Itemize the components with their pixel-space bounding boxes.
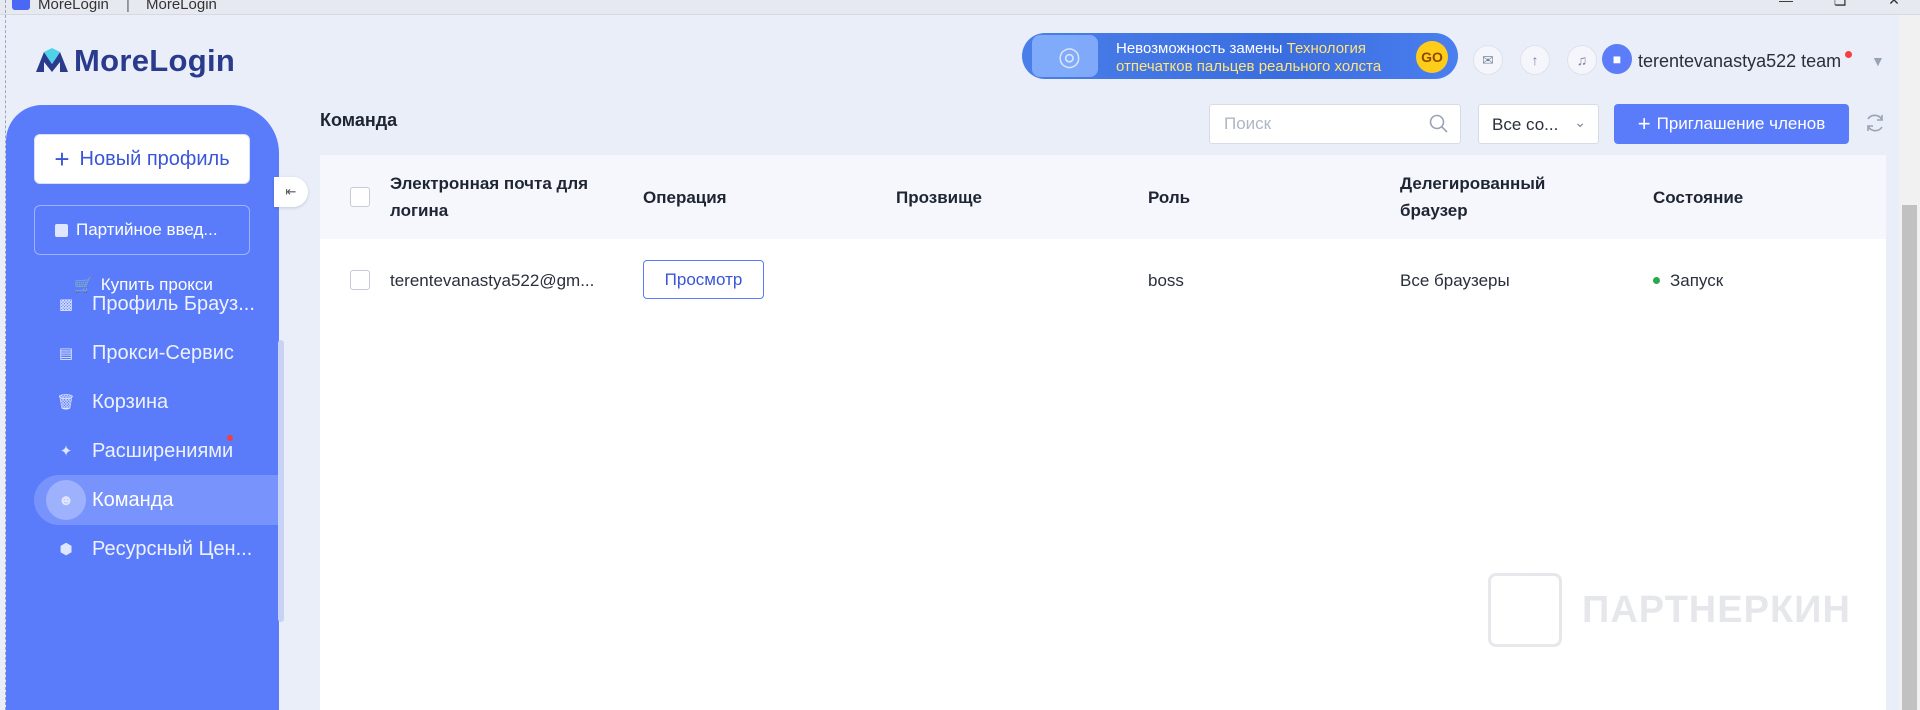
sidebar-item-label: Прокси-Сервис	[92, 341, 234, 364]
search-field[interactable]	[1209, 104, 1461, 144]
invite-members-button[interactable]: + Приглашение членов	[1614, 104, 1849, 144]
close-icon[interactable]: ✕	[1884, 0, 1904, 10]
collapse-sidebar-icon[interactable]: ⇤	[274, 177, 308, 207]
window-title-bar: MoreLogin | MoreLogin — ❏ ✕	[0, 0, 1920, 15]
sidebar: + Новый профиль Партийное введ... 🛒 Купи…	[6, 105, 284, 710]
upload-icon[interactable]: ↑	[1520, 45, 1550, 75]
window-subtitle: MoreLogin	[146, 0, 217, 13]
banner-go-button[interactable]: GO	[1416, 41, 1448, 73]
puzzle-icon: ✦	[59, 443, 73, 460]
chevron-down-icon: ⌄	[1574, 114, 1586, 130]
sidebar-item-label: Корзина	[92, 390, 169, 413]
column-header-status[interactable]: Состояние	[1653, 184, 1743, 211]
status-filter-value: Все со...	[1492, 115, 1559, 134]
sidebar-item-browser-profile[interactable]: ▩ Профиль Брауз...	[34, 279, 280, 329]
refresh-icon[interactable]	[1864, 112, 1886, 134]
watermark-text: ПАРТНЕРКИН	[1582, 588, 1851, 631]
row-role: boss	[1148, 271, 1184, 290]
sidebar-item-extensions[interactable]: ✦ Расширениями	[34, 426, 280, 476]
window-scrollbar[interactable]	[1899, 15, 1920, 710]
notification-dot	[1845, 51, 1852, 58]
sidebar-item-team[interactable]: ☻ Команда	[34, 475, 280, 525]
fingerprint-icon: ◎	[1032, 35, 1098, 77]
sidebar-item-label: Расширениями	[92, 439, 234, 462]
batch-import-label: Партийное введ...	[76, 220, 218, 239]
table-header: Электронная почта для логина Операция Пр…	[320, 155, 1886, 239]
sidebar-item-resource-center[interactable]: ⬢ Ресурсный Цен...	[34, 524, 280, 574]
mail-icon[interactable]: ✉	[1473, 45, 1503, 75]
sidebar-item-label: Профиль Брауз...	[92, 292, 255, 315]
app-icon	[12, 0, 30, 10]
banner-text-yellow: Технология	[1286, 40, 1367, 57]
select-all-checkbox[interactable]	[350, 187, 370, 207]
team-avatar-icon[interactable]: ■	[1602, 44, 1632, 74]
logo-text: MoreLogin	[74, 43, 236, 78]
search-input[interactable]	[1224, 105, 1424, 143]
scrollbar-thumb[interactable]	[1902, 205, 1917, 710]
row-status: Запуск	[1670, 271, 1724, 290]
promo-banner[interactable]: ◎ Невозможность замены Технология отпеча…	[1022, 33, 1458, 79]
column-header-nickname[interactable]: Прозвище	[896, 184, 982, 211]
watermark-logo-icon	[1488, 573, 1562, 647]
invite-members-label: Приглашение членов	[1656, 114, 1826, 133]
plus-icon: +	[1637, 111, 1651, 136]
sidebar-item-proxy-service[interactable]: ▤ Прокси-Сервис	[34, 328, 280, 378]
page-title: Команда	[320, 110, 398, 130]
new-profile-button[interactable]: + Новый профиль	[34, 134, 250, 184]
banner-text-white: Невозможность замены	[1116, 40, 1283, 57]
column-header-role[interactable]: Роль	[1148, 184, 1190, 211]
sidebar-item-label: Команда	[92, 488, 174, 511]
trash-icon: 🗑	[56, 394, 76, 411]
cube-icon: ⬢	[59, 541, 73, 558]
search-icon[interactable]	[1428, 113, 1450, 135]
sidebar-item-trash[interactable]: 🗑 Корзина	[34, 377, 280, 427]
status-dot	[1653, 277, 1660, 284]
banner-line-1: Невозможность замены Технология	[1116, 40, 1366, 57]
column-header-email[interactable]: Электронная почта для логина	[390, 170, 605, 224]
row-checkbox[interactable]	[350, 270, 370, 290]
morelogin-logo-icon	[34, 46, 70, 76]
bell-icon[interactable]: ♫	[1567, 45, 1597, 75]
maximize-icon[interactable]: ❏	[1830, 0, 1850, 10]
import-icon	[55, 223, 68, 237]
minimize-icon[interactable]: —	[1776, 0, 1796, 10]
view-button[interactable]: Просмотр	[643, 260, 764, 299]
sidebar-scrollbar[interactable]	[278, 340, 284, 622]
status-filter-select[interactable]: Все со... ⌄	[1478, 104, 1599, 144]
plus-icon: +	[54, 144, 70, 174]
banner-line-2: отпечатков пальцев реального холста	[1116, 58, 1382, 75]
row-delegated-browser: Все браузеры	[1400, 271, 1510, 290]
row-email: terentevanastya522@gm...	[390, 271, 595, 290]
browser-profile-icon: ▩	[58, 296, 74, 313]
title-separator: |	[126, 0, 130, 13]
batch-import-button[interactable]: Партийное введ...	[34, 205, 250, 255]
app-header: MoreLogin ◎ Невозможность замены Техноло…	[6, 15, 1886, 105]
new-badge-dot	[227, 435, 233, 441]
watermark: ПАРТНЕРКИН	[1488, 573, 1851, 647]
column-header-delegated-browser[interactable]: Делегированный браузер	[1400, 170, 1580, 224]
chevron-down-icon[interactable]: ▼	[1871, 53, 1885, 69]
username[interactable]: terentevanastya522 team	[1638, 51, 1841, 72]
column-header-operation[interactable]: Операция	[643, 184, 727, 211]
proxy-server-icon: ▤	[58, 345, 74, 362]
new-profile-label: Новый профиль	[79, 147, 230, 170]
team-icon: ☻	[46, 480, 86, 520]
sidebar-item-label: Ресурсный Цен...	[92, 537, 253, 560]
window-title: MoreLogin	[38, 0, 109, 13]
logo[interactable]: MoreLogin	[34, 43, 235, 79]
